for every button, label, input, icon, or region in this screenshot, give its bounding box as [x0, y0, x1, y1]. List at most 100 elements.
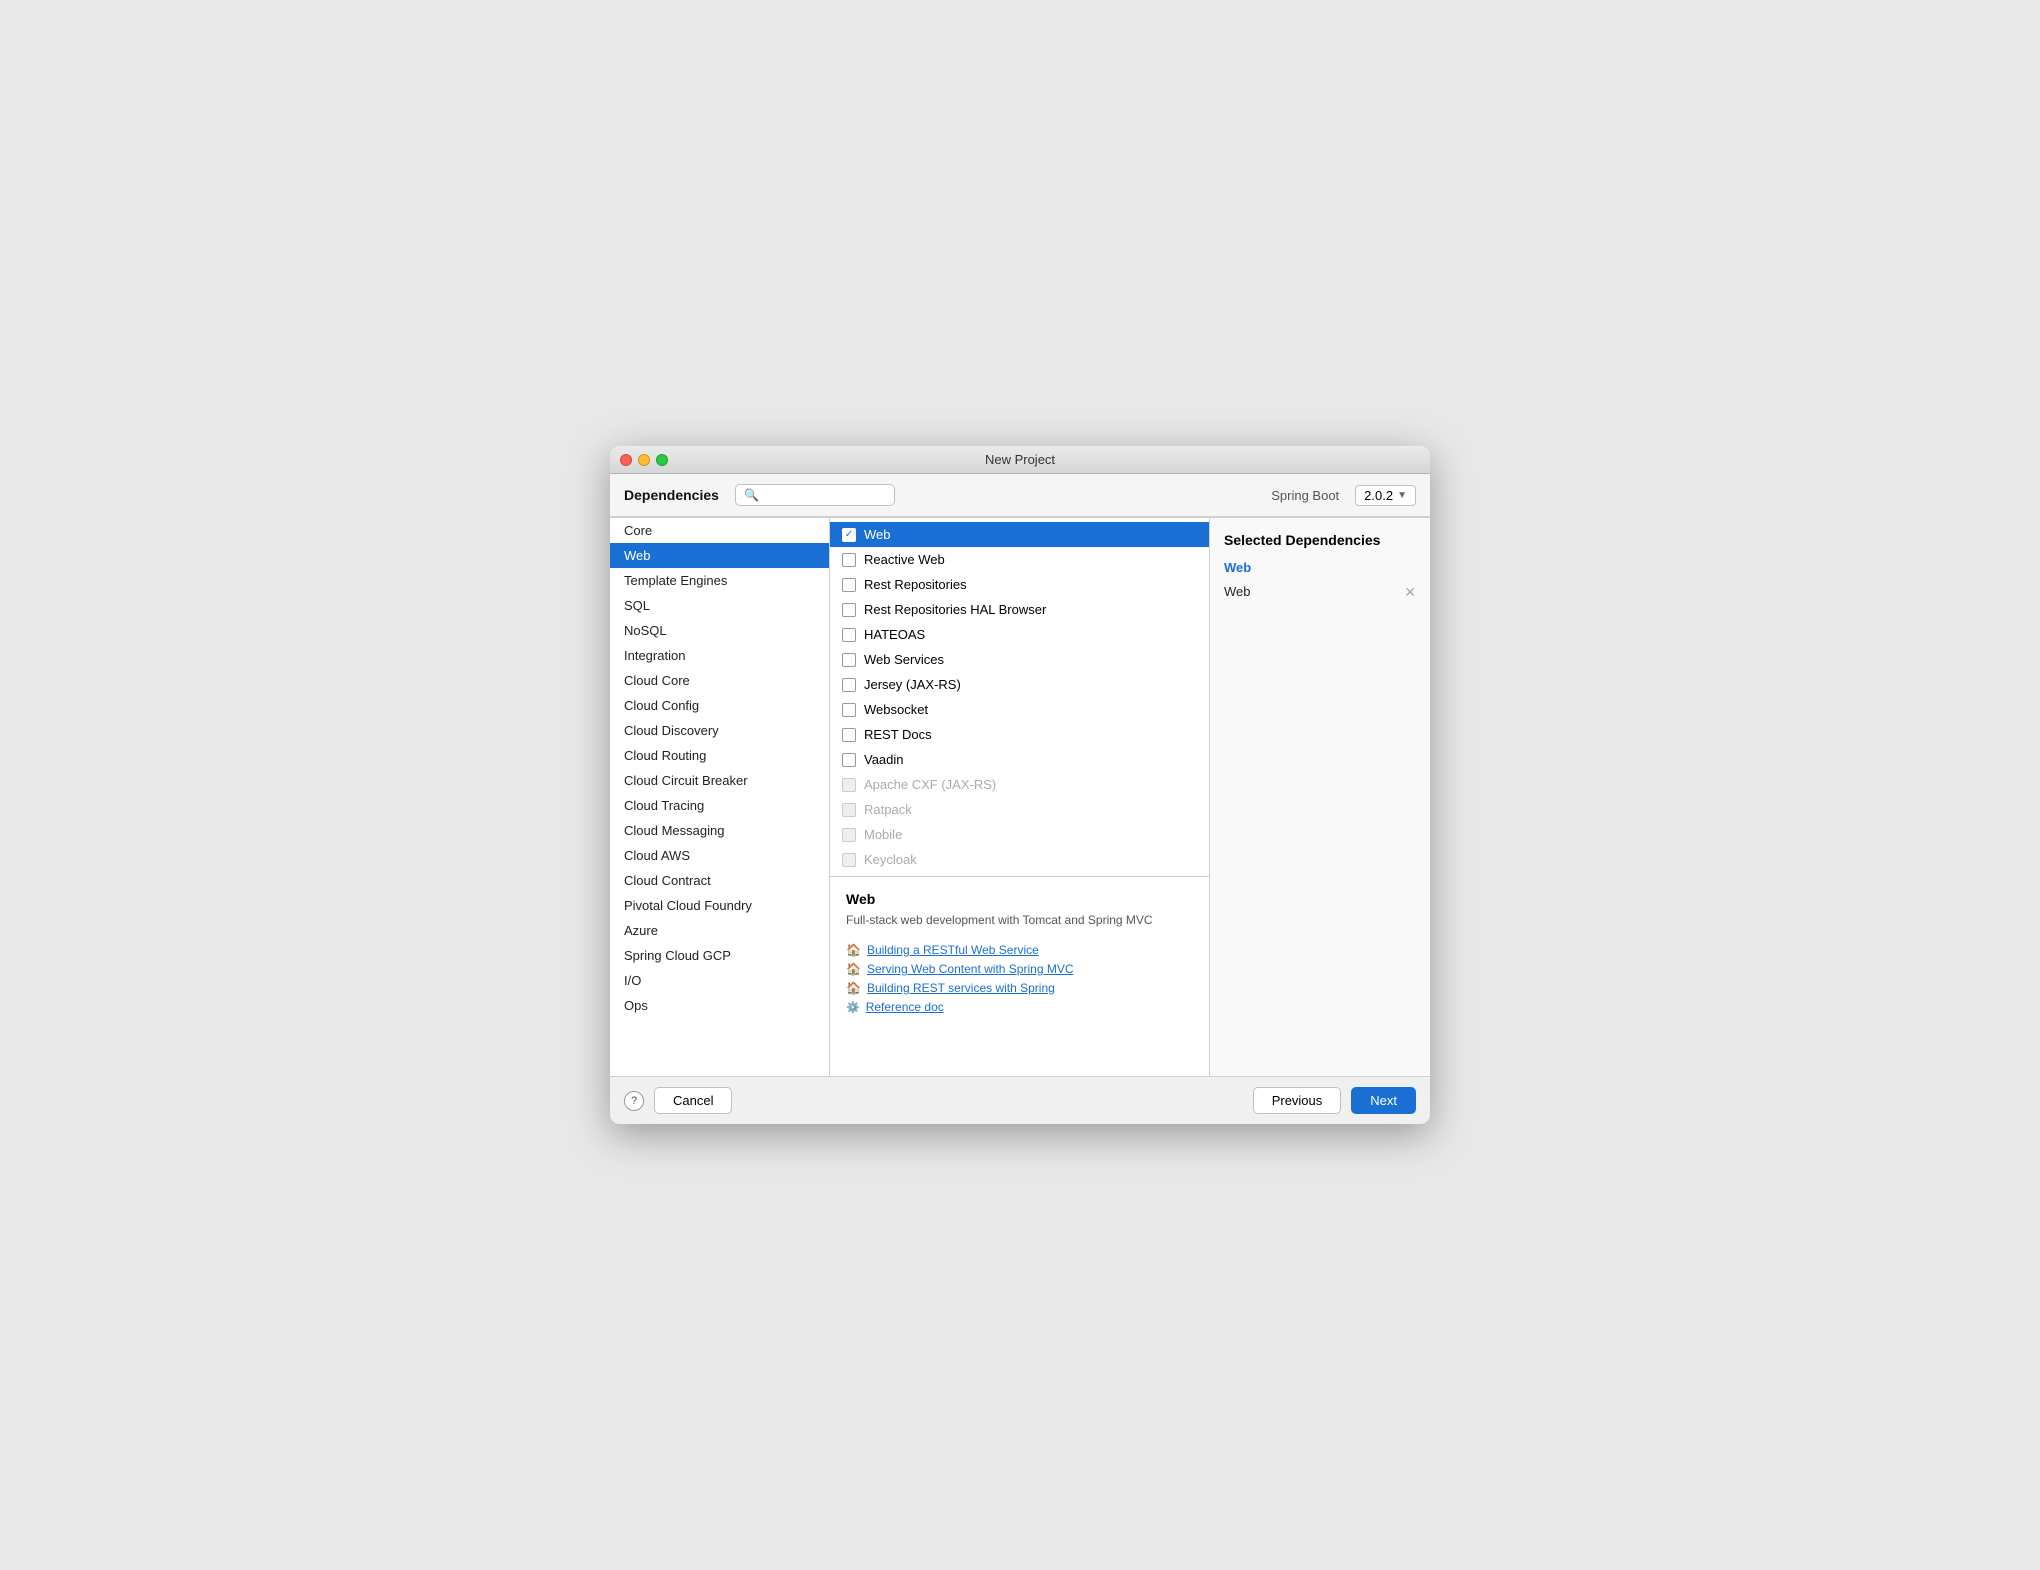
maximize-button[interactable]	[656, 454, 668, 466]
sidebar-item-cloud-aws[interactable]: Cloud AWS	[610, 843, 829, 868]
dep-checkbox-web[interactable]: ✓	[842, 528, 856, 542]
guide-icon-serving-web: 🏠	[846, 962, 861, 976]
dep-item-reactive-web[interactable]: Reactive Web	[830, 547, 1209, 572]
sidebar-item-nosql[interactable]: NoSQL	[610, 618, 829, 643]
dep-checkbox-jersey[interactable]	[842, 678, 856, 692]
dep-item-apache-cxf: Apache CXF (JAX-RS)	[830, 772, 1209, 797]
dep-label-web-services: Web Services	[864, 652, 944, 667]
dep-label-vaadin: Vaadin	[864, 752, 904, 767]
selected-dep-section-web: Web	[1224, 560, 1416, 575]
dep-item-rest-docs[interactable]: REST Docs	[830, 722, 1209, 747]
sidebar-item-cloud-discovery[interactable]: Cloud Discovery	[610, 718, 829, 743]
dep-checkbox-rest-repositories-hal[interactable]	[842, 603, 856, 617]
right-panel: Selected Dependencies Web Web ✕	[1210, 518, 1430, 1076]
dep-item-jersey[interactable]: Jersey (JAX-RS)	[830, 672, 1209, 697]
dep-checkbox-websocket[interactable]	[842, 703, 856, 717]
dep-item-ratpack: Ratpack	[830, 797, 1209, 822]
dep-checkbox-hateoas[interactable]	[842, 628, 856, 642]
main-area: Core Web Template Engines SQL NoSQL Inte…	[610, 517, 1430, 1076]
dep-checkbox-keycloak	[842, 853, 856, 867]
link-row-reference-doc: ⚙️ Reference doc	[846, 1000, 1193, 1014]
dep-label-rest-repositories-hal: Rest Repositories HAL Browser	[864, 602, 1046, 617]
sidebar-item-cloud-contract[interactable]: Cloud Contract	[610, 868, 829, 893]
previous-button[interactable]: Previous	[1253, 1087, 1342, 1114]
dep-checkbox-rest-docs[interactable]	[842, 728, 856, 742]
help-button[interactable]: ?	[624, 1091, 644, 1111]
titlebar: New Project	[610, 446, 1430, 474]
dep-label-web: Web	[864, 527, 891, 542]
sidebar-item-cloud-messaging[interactable]: Cloud Messaging	[610, 818, 829, 843]
window-title: New Project	[985, 452, 1055, 467]
spring-boot-version-value: 2.0.2	[1364, 488, 1393, 503]
dep-checkbox-vaadin[interactable]	[842, 753, 856, 767]
link-building-rest[interactable]: Building REST services with Spring	[867, 981, 1055, 995]
chevron-down-icon: ▼	[1397, 490, 1407, 501]
link-reference-doc[interactable]: Reference doc	[866, 1000, 944, 1014]
sidebar-item-azure[interactable]: Azure	[610, 918, 829, 943]
help-label: ?	[631, 1095, 637, 1107]
dep-label-ratpack: Ratpack	[864, 802, 912, 817]
sidebar-item-ops[interactable]: Ops	[610, 993, 829, 1018]
search-input[interactable]	[763, 488, 886, 502]
content-area: Dependencies 🔍 Spring Boot 2.0.2 ▼ Core …	[610, 474, 1430, 1124]
sidebar-item-spring-cloud-gcp[interactable]: Spring Cloud GCP	[610, 943, 829, 968]
dep-checkbox-web-services[interactable]	[842, 653, 856, 667]
dep-label-reactive-web: Reactive Web	[864, 552, 945, 567]
traffic-lights	[620, 454, 668, 466]
middle-panel: ✓ Web Reactive Web Rest Repositories Res…	[830, 518, 1210, 1076]
dep-item-keycloak: Keycloak	[830, 847, 1209, 872]
minimize-button[interactable]	[638, 454, 650, 466]
close-button[interactable]	[620, 454, 632, 466]
dep-item-web[interactable]: ✓ Web	[830, 522, 1209, 547]
sidebar-item-io[interactable]: I/O	[610, 968, 829, 993]
dep-label-hateoas: HATEOAS	[864, 627, 925, 642]
dependencies-label: Dependencies	[624, 487, 719, 503]
dep-checkbox-apache-cxf	[842, 778, 856, 792]
top-bar: Dependencies 🔍 Spring Boot 2.0.2 ▼	[610, 474, 1430, 517]
cancel-button[interactable]: Cancel	[654, 1087, 732, 1114]
sidebar-item-core[interactable]: Core	[610, 518, 829, 543]
dep-label-apache-cxf: Apache CXF (JAX-RS)	[864, 777, 996, 792]
dep-label-jersey: Jersey (JAX-RS)	[864, 677, 961, 692]
selected-dep-item-web: Web ✕	[1224, 581, 1416, 602]
detail-title: Web	[846, 891, 1193, 907]
spring-boot-version-dropdown[interactable]: 2.0.2 ▼	[1355, 485, 1416, 506]
dep-label-rest-repositories: Rest Repositories	[864, 577, 967, 592]
link-row-building-rest: 🏠 Building REST services with Spring	[846, 981, 1193, 995]
search-box[interactable]: 🔍	[735, 484, 895, 506]
sidebar-item-integration[interactable]: Integration	[610, 643, 829, 668]
link-building-restful[interactable]: Building a RESTful Web Service	[867, 943, 1039, 957]
dep-item-rest-repositories[interactable]: Rest Repositories	[830, 572, 1209, 597]
search-icon: 🔍	[744, 488, 759, 502]
dep-checkbox-rest-repositories[interactable]	[842, 578, 856, 592]
next-button[interactable]: Next	[1351, 1087, 1416, 1114]
dep-checkbox-reactive-web[interactable]	[842, 553, 856, 567]
selected-dep-name-web: Web	[1224, 584, 1251, 599]
dep-item-web-services[interactable]: Web Services	[830, 647, 1209, 672]
selected-dependencies-title: Selected Dependencies	[1224, 532, 1416, 548]
sidebar-item-cloud-circuit-breaker[interactable]: Cloud Circuit Breaker	[610, 768, 829, 793]
remove-dep-web-button[interactable]: ✕	[1404, 585, 1416, 599]
sidebar-item-web[interactable]: Web	[610, 543, 829, 568]
sidebar-item-cloud-tracing[interactable]: Cloud Tracing	[610, 793, 829, 818]
dep-item-hateoas[interactable]: HATEOAS	[830, 622, 1209, 647]
dep-item-websocket[interactable]: Websocket	[830, 697, 1209, 722]
bottom-bar: ? Cancel Previous Next	[610, 1076, 1430, 1124]
dep-item-vaadin[interactable]: Vaadin	[830, 747, 1209, 772]
sidebar-item-pivotal-cloud-foundry[interactable]: Pivotal Cloud Foundry	[610, 893, 829, 918]
guide-icon-building-restful: 🏠	[846, 943, 861, 957]
sidebar-item-cloud-config[interactable]: Cloud Config	[610, 693, 829, 718]
spring-boot-label: Spring Boot	[1271, 488, 1339, 503]
link-row-building-restful: 🏠 Building a RESTful Web Service	[846, 943, 1193, 957]
ref-icon: ⚙️	[846, 1001, 860, 1014]
sidebar-item-cloud-core[interactable]: Cloud Core	[610, 668, 829, 693]
link-serving-web[interactable]: Serving Web Content with Spring MVC	[867, 962, 1074, 976]
dep-label-keycloak: Keycloak	[864, 852, 917, 867]
detail-links: 🏠 Building a RESTful Web Service 🏠 Servi…	[846, 943, 1193, 1014]
sidebar-item-template-engines[interactable]: Template Engines	[610, 568, 829, 593]
main-window: New Project Dependencies 🔍 Spring Boot 2…	[610, 446, 1430, 1124]
sidebar-item-sql[interactable]: SQL	[610, 593, 829, 618]
dep-checkbox-mobile	[842, 828, 856, 842]
dep-item-rest-repositories-hal[interactable]: Rest Repositories HAL Browser	[830, 597, 1209, 622]
sidebar-item-cloud-routing[interactable]: Cloud Routing	[610, 743, 829, 768]
